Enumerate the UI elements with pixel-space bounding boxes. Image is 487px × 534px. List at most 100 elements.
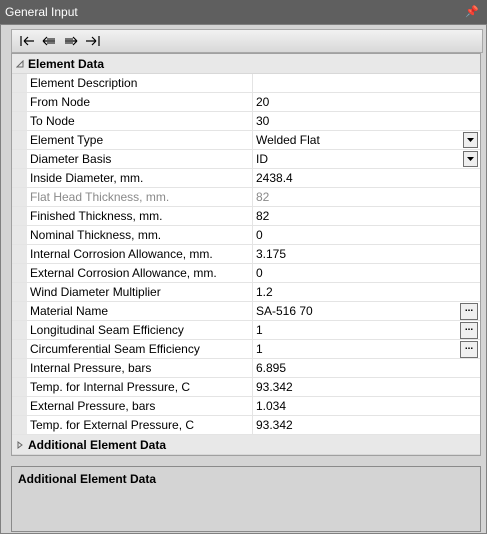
property-value[interactable]: 0 bbox=[253, 226, 480, 244]
property-value-text: 30 bbox=[256, 114, 270, 128]
property-value-text: 1 bbox=[256, 323, 263, 337]
window-title: General Input bbox=[5, 5, 78, 19]
property-value-text: 6.895 bbox=[256, 361, 287, 375]
property-name: Longitudinal Seam Efficiency bbox=[27, 321, 253, 339]
property-value[interactable]: 20 bbox=[253, 93, 480, 111]
property-value-text: 82 bbox=[256, 209, 270, 223]
property-name: External Pressure, bars bbox=[27, 397, 253, 415]
last-record-button[interactable] bbox=[82, 31, 104, 51]
category-element-data[interactable]: Element Data bbox=[12, 54, 480, 74]
property-value[interactable]: 1... bbox=[253, 340, 480, 358]
property-row[interactable]: Element Type Welded Flat bbox=[12, 131, 480, 150]
property-row[interactable]: Internal Pressure, bars 6.895 bbox=[12, 359, 480, 378]
property-value-text: 1.034 bbox=[256, 399, 287, 413]
property-row[interactable]: Nominal Thickness, mm. 0 bbox=[12, 226, 480, 245]
property-row[interactable]: Inside Diameter, mm. 2438.4 bbox=[12, 169, 480, 188]
property-row[interactable]: To Node 30 bbox=[12, 112, 480, 131]
chevron-down-icon bbox=[467, 157, 474, 161]
previous-record-button[interactable] bbox=[38, 31, 60, 51]
navigation-toolbar bbox=[11, 29, 483, 53]
property-value[interactable]: 30 bbox=[253, 112, 480, 130]
collapse-icon[interactable] bbox=[12, 59, 28, 68]
first-record-button[interactable] bbox=[16, 31, 38, 51]
row-margin bbox=[12, 283, 27, 301]
property-name: Circumferential Seam Efficiency bbox=[27, 340, 253, 358]
property-value-text: 20 bbox=[256, 95, 270, 109]
row-margin bbox=[12, 359, 27, 377]
property-name: To Node bbox=[27, 112, 253, 130]
row-margin bbox=[12, 264, 27, 282]
window-titlebar: General Input 📌 bbox=[0, 0, 487, 24]
property-value-text: 0 bbox=[256, 266, 263, 280]
property-row[interactable]: Flat Head Thickness, mm. 82 bbox=[12, 188, 480, 207]
property-value-text: 0 bbox=[256, 228, 263, 242]
right-arrow-icon bbox=[65, 36, 78, 46]
property-value[interactable]: 3.175 bbox=[253, 245, 480, 263]
row-margin bbox=[12, 416, 27, 434]
pin-icon[interactable]: 📌 bbox=[465, 0, 479, 24]
row-margin bbox=[12, 378, 27, 396]
property-row[interactable]: Element Description bbox=[12, 74, 480, 93]
property-value[interactable]: 1.034 bbox=[253, 397, 480, 415]
property-row[interactable]: Finished Thickness, mm. 82 bbox=[12, 207, 480, 226]
property-row[interactable]: Diameter Basis ID bbox=[12, 150, 480, 169]
ellipsis-button[interactable]: ... bbox=[460, 341, 478, 358]
next-record-button[interactable] bbox=[60, 31, 82, 51]
property-value: 82 bbox=[253, 188, 480, 206]
property-value[interactable]: Welded Flat bbox=[253, 131, 480, 149]
property-value-text: SA-516 70 bbox=[256, 304, 313, 318]
row-margin bbox=[12, 207, 27, 225]
last-arrow-icon bbox=[86, 36, 100, 46]
property-row[interactable]: Temp. for Internal Pressure, C 93.342 bbox=[12, 378, 480, 397]
property-value[interactable]: 1.2 bbox=[253, 283, 480, 301]
row-margin bbox=[12, 169, 27, 187]
property-name: Diameter Basis bbox=[27, 150, 253, 168]
ellipsis-button[interactable]: ... bbox=[460, 322, 478, 339]
property-value-text: 2438.4 bbox=[256, 171, 293, 185]
property-value[interactable]: 93.342 bbox=[253, 416, 480, 434]
property-value-text: 93.342 bbox=[256, 380, 293, 394]
row-margin bbox=[12, 397, 27, 415]
category-additional-element-data[interactable]: Additional Element Data bbox=[12, 435, 480, 455]
property-name: Element Description bbox=[27, 74, 253, 92]
property-name: Inside Diameter, mm. bbox=[27, 169, 253, 187]
description-pane: Additional Element Data bbox=[11, 466, 481, 532]
property-value[interactable]: 1... bbox=[253, 321, 480, 339]
property-row[interactable]: Wind Diameter Multiplier 1.2 bbox=[12, 283, 480, 302]
property-grid: Element Data Element Description From Nod… bbox=[11, 53, 481, 456]
property-value-text: 82 bbox=[256, 190, 270, 204]
property-value[interactable] bbox=[253, 74, 480, 92]
property-name: Internal Corrosion Allowance, mm. bbox=[27, 245, 253, 263]
property-value[interactable]: ID bbox=[253, 150, 480, 168]
expand-icon[interactable] bbox=[12, 440, 28, 449]
property-value[interactable]: 0 bbox=[253, 264, 480, 282]
property-value[interactable]: 93.342 bbox=[253, 378, 480, 396]
property-row[interactable]: Internal Corrosion Allowance, mm. 3.175 bbox=[12, 245, 480, 264]
property-name: Temp. for External Pressure, C bbox=[27, 416, 253, 434]
property-value-text: 3.175 bbox=[256, 247, 287, 261]
property-rows: Element Description From Node 20 To Node 30 E… bbox=[12, 74, 480, 435]
dropdown-button[interactable] bbox=[463, 132, 478, 148]
property-value[interactable]: 82 bbox=[253, 207, 480, 225]
row-margin bbox=[12, 188, 27, 206]
property-row[interactable]: External Corrosion Allowance, mm. 0 bbox=[12, 264, 480, 283]
property-value[interactable]: SA-516 70... bbox=[253, 302, 480, 320]
property-value[interactable]: 2438.4 bbox=[253, 169, 480, 187]
property-row[interactable]: From Node 20 bbox=[12, 93, 480, 112]
row-margin bbox=[12, 74, 27, 92]
property-row[interactable]: Material Name SA-516 70... bbox=[12, 302, 480, 321]
property-value-text: 1 bbox=[256, 342, 263, 356]
property-name: Finished Thickness, mm. bbox=[27, 207, 253, 225]
description-title: Additional Element Data bbox=[18, 472, 157, 486]
property-row[interactable]: Longitudinal Seam Efficiency 1... bbox=[12, 321, 480, 340]
row-margin bbox=[12, 112, 27, 130]
ellipsis-button[interactable]: ... bbox=[460, 303, 478, 320]
property-row[interactable]: External Pressure, bars 1.034 bbox=[12, 397, 480, 416]
property-row[interactable]: Temp. for External Pressure, C 93.342 bbox=[12, 416, 480, 435]
left-arrow-icon bbox=[42, 36, 55, 46]
dropdown-button[interactable] bbox=[463, 151, 478, 167]
property-name: External Corrosion Allowance, mm. bbox=[27, 264, 253, 282]
property-value[interactable]: 6.895 bbox=[253, 359, 480, 377]
property-row[interactable]: Circumferential Seam Efficiency 1... bbox=[12, 340, 480, 359]
category-label: Element Data bbox=[28, 56, 105, 71]
